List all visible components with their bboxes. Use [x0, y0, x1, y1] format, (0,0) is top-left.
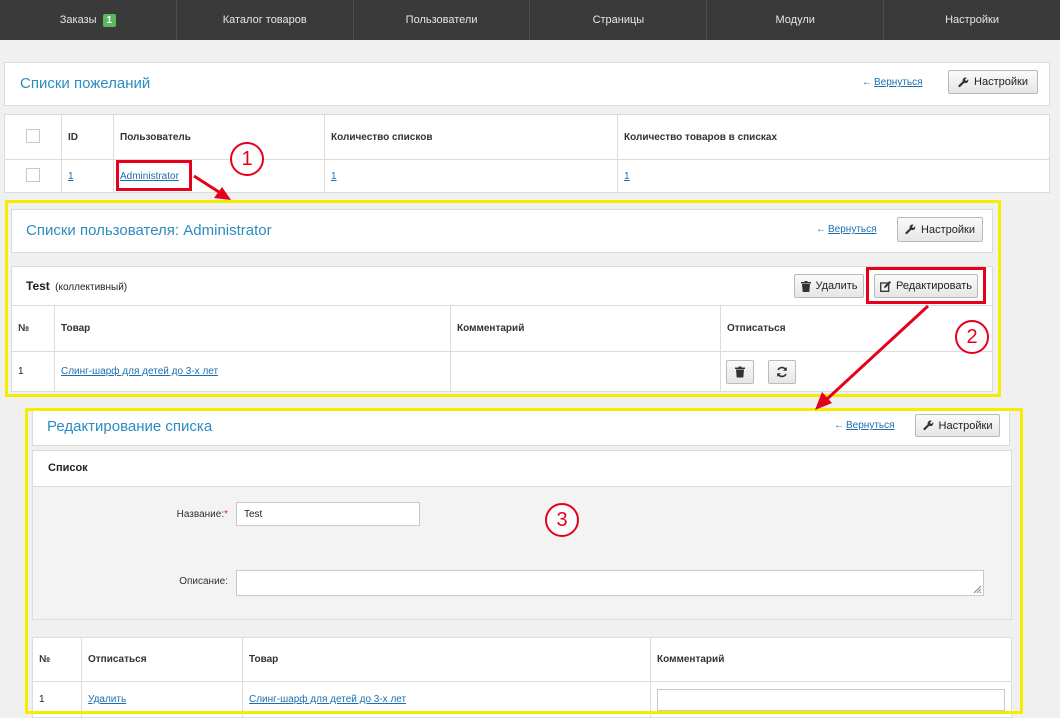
back-link-label: Вернуться [874, 77, 923, 88]
nav-catalog[interactable]: Каталог товаров [177, 0, 354, 40]
select-all-checkbox[interactable] [26, 128, 40, 143]
orders-count-badge: 1 [102, 13, 117, 27]
col-items-count: Количество товаров в списках [617, 114, 1050, 160]
wrench-icon [958, 77, 969, 87]
settings-button-label: Настройки [974, 76, 1028, 88]
col-lists-count: Количество списков [324, 114, 618, 160]
back-link[interactable]: ← Вернуться [862, 77, 923, 88]
nav-orders[interactable]: Заказы 1 [0, 0, 177, 40]
row-lists-cell: 1 [324, 159, 618, 193]
row-id-cell: 1 [61, 159, 114, 193]
page-title: Списки пожеланий [20, 75, 151, 92]
highlight-edit-list-section [25, 408, 1023, 714]
col-id: ID [61, 114, 114, 160]
nav-modules[interactable]: Модули [707, 0, 885, 40]
nav-orders-label: Заказы [59, 14, 97, 26]
row-items-link[interactable]: 1 [624, 171, 630, 182]
row-select-cell [4, 159, 62, 193]
select-all-cell [4, 114, 62, 160]
row-items-cell: 1 [617, 159, 1050, 193]
step-3-badge: 3 [545, 503, 579, 537]
arrow-left-icon: ← [862, 77, 872, 88]
highlight-administrator-link [116, 160, 192, 191]
row-lists-link[interactable]: 1 [331, 171, 337, 182]
nav-settings[interactable]: Настройки [884, 0, 1060, 40]
row-id-link[interactable]: 1 [68, 171, 74, 182]
nav-users[interactable]: Пользователи [354, 0, 531, 40]
step-2-badge: 2 [955, 320, 989, 354]
step-1-badge: 1 [230, 142, 264, 176]
nav-pages[interactable]: Страницы [530, 0, 708, 40]
highlight-edit-button [866, 267, 986, 304]
row-checkbox[interactable] [26, 167, 40, 182]
settings-button[interactable]: Настройки [948, 70, 1038, 94]
highlight-user-lists-section [5, 200, 1001, 397]
col-user: Пользователь [113, 114, 325, 160]
top-navigation: Заказы 1 Каталог товаров Пользователи Ст… [0, 0, 1060, 40]
